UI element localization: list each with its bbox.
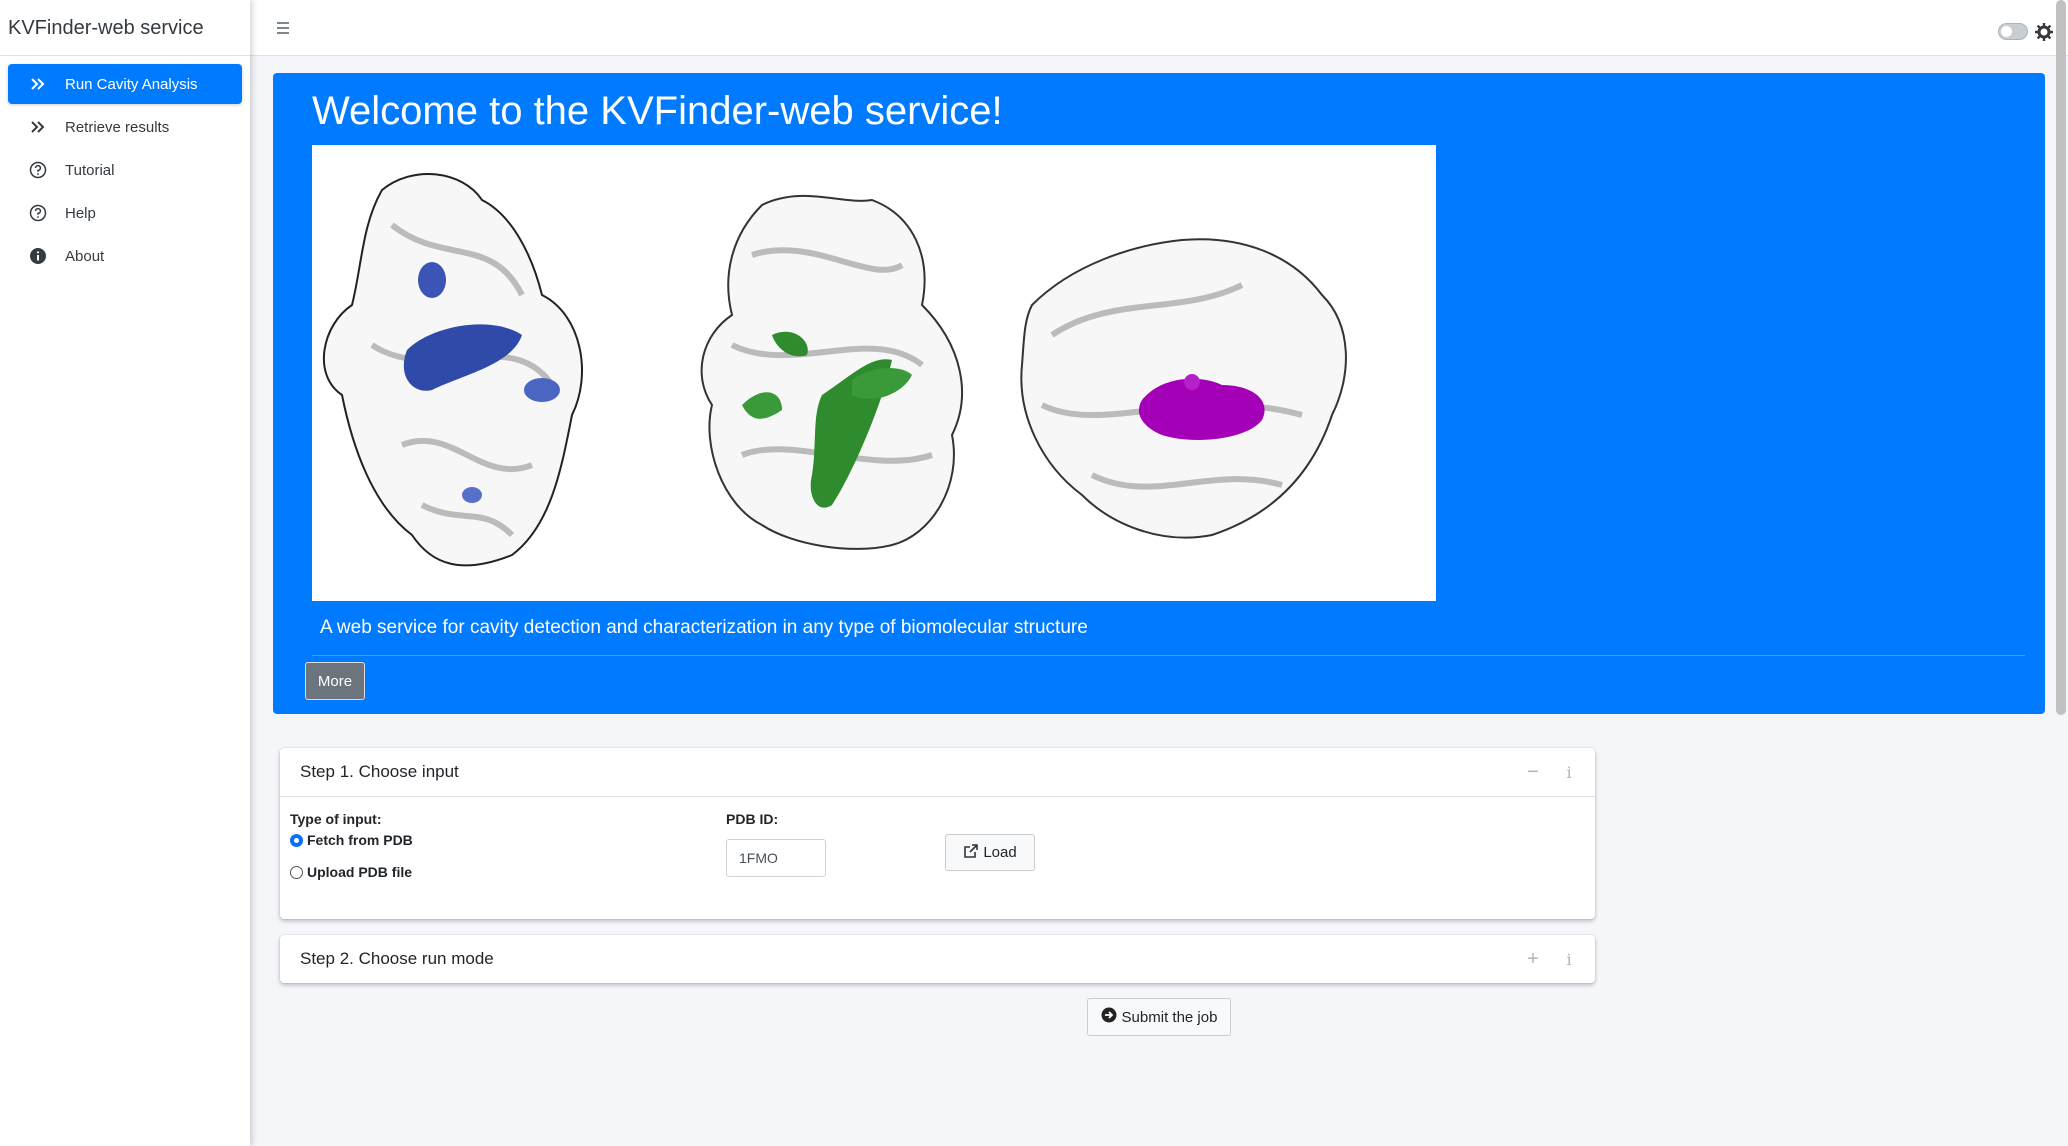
radio-fetch-from-pdb[interactable]: Fetch from PDB: [290, 832, 413, 848]
sidebar-item-tutorial[interactable]: Tutorial: [8, 150, 242, 190]
arrow-circle-right-icon: [1101, 1007, 1117, 1027]
sidebar-item-label: Tutorial: [65, 161, 115, 179]
gear-icon[interactable]: [2034, 22, 2054, 42]
sidebar-nav: Run Cavity Analysis Retrieve results Tut…: [0, 56, 250, 287]
jumbotron-title: Welcome to the KVFinder-web service!: [312, 89, 1003, 133]
info-circle-icon: [28, 246, 48, 266]
info-icon[interactable]: i: [1561, 762, 1577, 782]
card-tools: + i: [1525, 948, 1577, 970]
sidebar-item-help[interactable]: Help: [8, 193, 242, 233]
radio-label: Upload PDB file: [307, 864, 413, 880]
pdb-id-input[interactable]: [726, 839, 826, 877]
sidebar-item-run-cavity-analysis[interactable]: Run Cavity Analysis: [8, 64, 242, 104]
sidebar-item-label: Help: [65, 204, 96, 222]
expand-plus-icon[interactable]: +: [1525, 948, 1541, 970]
radio-circle: [290, 865, 303, 879]
sidebar-item-label: Retrieve results: [65, 118, 170, 136]
external-link-icon: [963, 843, 979, 863]
sidebar: KVFinder-web service Run Cavity Analysis…: [0, 0, 250, 1146]
question-circle-icon: [28, 160, 48, 180]
step1-card-header: Step 1. Choose input − i: [280, 748, 1595, 796]
brand-title[interactable]: KVFinder-web service: [0, 0, 250, 56]
page-scrollbar[interactable]: [2056, 0, 2066, 715]
step2-card: Step 2. Choose run mode + i: [280, 935, 1595, 983]
app-root: KVFinder-web service Run Cavity Analysis…: [0, 0, 2068, 1146]
card-tools: − i: [1525, 761, 1577, 783]
step2-title: Step 2. Choose run mode: [300, 949, 494, 968]
double-chevron-right-icon: [28, 117, 48, 137]
submit-label: Submit the job: [1121, 1008, 1218, 1026]
pdb-id-label: PDB ID:: [726, 811, 779, 827]
jumbotron-lead: A web service for cavity detection and c…: [320, 617, 1088, 638]
info-icon[interactable]: i: [1561, 949, 1577, 969]
radio-upload-pdb-file[interactable]: Upload PDB file: [290, 864, 412, 880]
step1-card-body: Type of input: Fetch from PDB Upload PDB…: [280, 796, 1595, 919]
sidebar-item-label: Run Cavity Analysis: [65, 75, 198, 93]
double-chevron-right-icon: [28, 74, 48, 94]
submit-job-button[interactable]: Submit the job: [1087, 998, 1231, 1036]
sidebar-item-retrieve-results[interactable]: Retrieve results: [8, 107, 242, 147]
sidebar-item-label: About: [65, 247, 105, 265]
step2-card-header: Step 2. Choose run mode + i: [280, 935, 1595, 983]
radio-circle: [290, 833, 303, 847]
jumbotron-divider: [312, 655, 2025, 656]
input-type-label: Type of input:: [290, 811, 382, 827]
load-label: Load: [983, 844, 1017, 861]
step1-card: Step 1. Choose input − i Type of input: …: [280, 748, 1595, 919]
question-circle-icon: [28, 203, 48, 223]
hamburger-menu-icon[interactable]: [272, 17, 294, 39]
top-navbar: [250, 0, 2068, 715]
load-button[interactable]: Load: [945, 834, 1035, 871]
dark-mode-toggle[interactable]: [1998, 23, 2028, 40]
welcome-jumbotron: Welcome to the KVFinder-web service! A w…: [273, 73, 2045, 714]
sidebar-item-about[interactable]: About: [8, 236, 242, 276]
radio-label: Fetch from PDB: [307, 832, 413, 848]
more-button[interactable]: More: [305, 662, 365, 700]
protein-cavities-image: [312, 145, 1436, 601]
step1-title: Step 1. Choose input: [300, 762, 459, 781]
collapse-minus-icon[interactable]: −: [1525, 761, 1541, 783]
